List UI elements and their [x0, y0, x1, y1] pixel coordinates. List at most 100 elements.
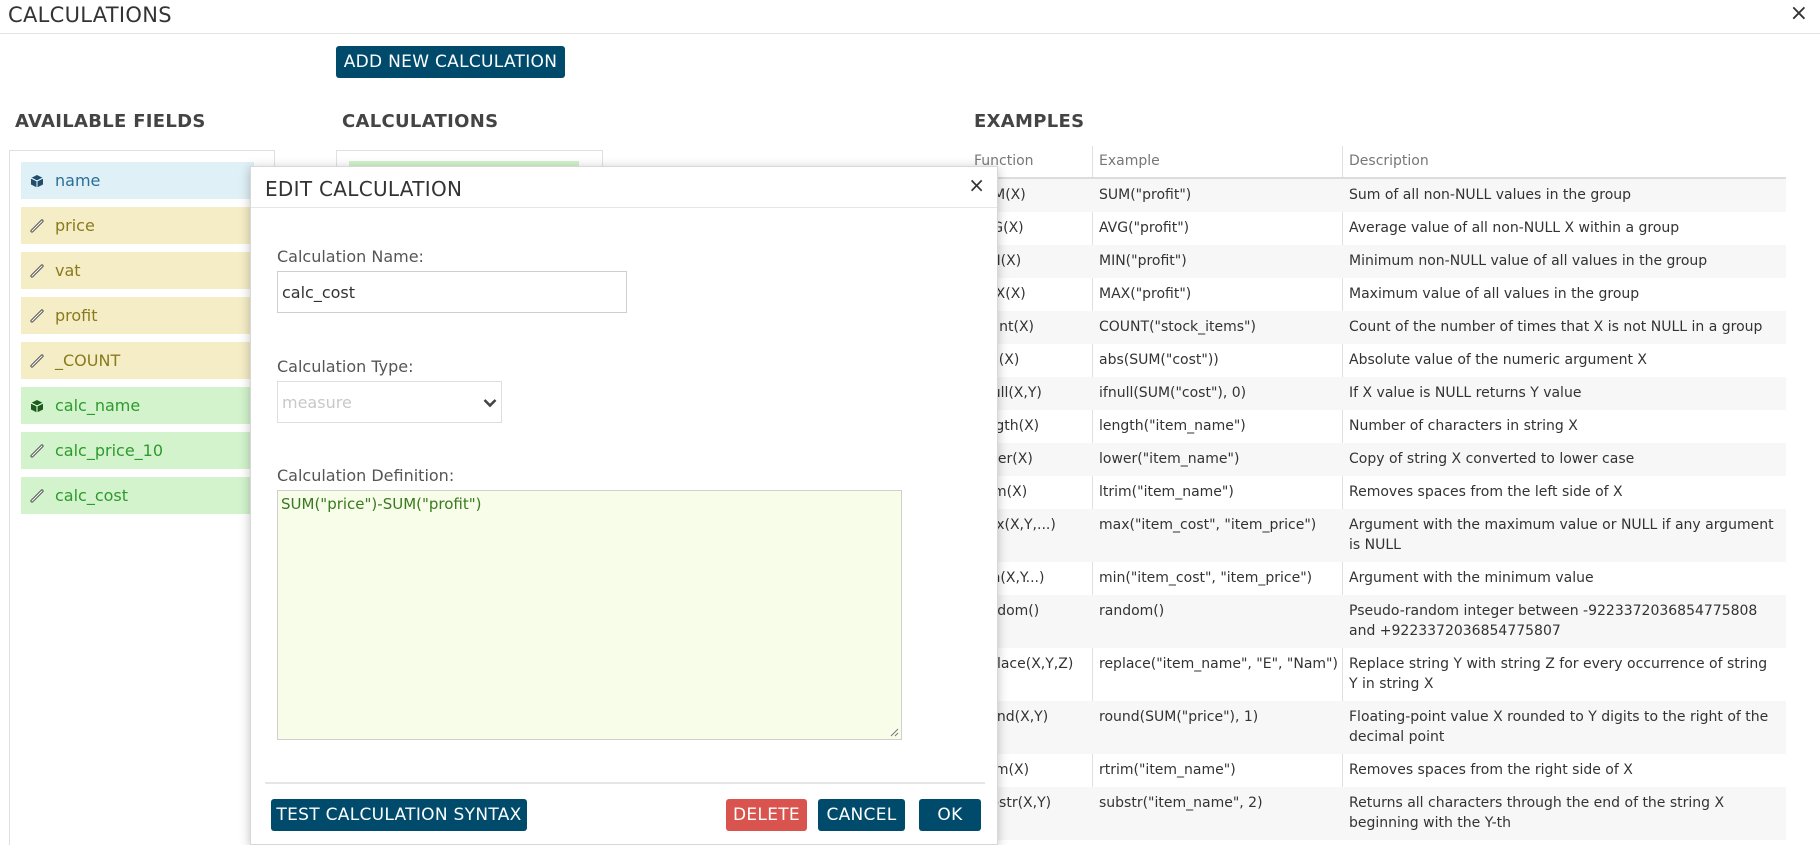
divider: [251, 207, 997, 208]
table-row: rtrim(X) rtrim("item_name") Removes spaces…: [974, 754, 1786, 787]
description-cell: Copy of string X converted to lower case: [1349, 451, 1635, 467]
description-cell: Maximum value of all values in the group: [1349, 286, 1640, 302]
calculation-definition-text: SUM("price")-SUM("profit"): [281, 495, 482, 513]
description-cell: Argument with the minimum value: [1349, 570, 1594, 586]
description-cell: Sum of all non-NULL values in the group: [1349, 187, 1632, 203]
calculation-definition-label: Calculation Definition:: [277, 466, 455, 485]
description-cell: Floating-point value X rounded to Y digi…: [1349, 709, 1769, 745]
calculation-type-select[interactable]: measure: [277, 381, 502, 423]
field-label: price: [55, 216, 95, 235]
description-cell: Count of the number of times that X is n…: [1349, 319, 1763, 335]
example-cell: rtrim("item_name"): [1099, 762, 1236, 778]
divider: [265, 782, 985, 784]
page-title: CALCULATIONS: [8, 3, 172, 27]
table-row: AVG(X) AVG("profit") Average value of all …: [974, 212, 1786, 245]
close-icon[interactable]: ×: [1790, 1, 1808, 26]
top-bar: CALCULATIONS ×: [0, 0, 1820, 34]
example-cell: replace("item_name", "E", "Nam"): [1099, 656, 1338, 672]
table-row: random() random() Pseudo-random integer be…: [974, 595, 1786, 648]
calculation-definition-textarea[interactable]: SUM("price")-SUM("profit"): [277, 490, 902, 740]
resize-grip-icon[interactable]: [890, 728, 899, 737]
description-cell: Absolute value of the numeric argument X: [1349, 352, 1647, 368]
description-cell: Pseudo-random integer between -922337203…: [1349, 603, 1758, 639]
cancel-button[interactable]: CANCEL: [818, 799, 905, 831]
field-item[interactable]: name: [21, 162, 254, 199]
calculation-name-input[interactable]: [277, 271, 627, 313]
header-example: Example: [1099, 153, 1160, 169]
field-label: calc_name: [55, 396, 141, 415]
field-label: profit: [55, 306, 98, 325]
example-cell: ifnull(SUM("cost"), 0): [1099, 385, 1247, 401]
field-label: calc_cost: [55, 486, 129, 505]
table-row: SUM(X) SUM("profit") Sum of all non-NULL v…: [974, 179, 1786, 212]
example-cell: MAX("profit"): [1099, 286, 1192, 302]
field-item[interactable]: calc_cost: [21, 477, 254, 514]
ruler-icon: [29, 353, 45, 369]
description-cell: Removes spaces from the right side of X: [1349, 762, 1633, 778]
calculation-name-label: Calculation Name:: [277, 247, 424, 266]
modal-close-icon[interactable]: ×: [968, 173, 985, 197]
field-item[interactable]: calc_name: [21, 387, 254, 424]
description-cell: If X value is NULL returns Y value: [1349, 385, 1582, 401]
description-cell: Replace string Y with string Z for every…: [1349, 656, 1768, 692]
table-row: lower(X) lower("item_name") Copy of string…: [974, 443, 1786, 476]
ruler-icon: [29, 488, 45, 504]
cube-icon: [29, 398, 45, 414]
description-cell: Returns all characters through the end o…: [1349, 795, 1725, 831]
edit-calculation-modal: EDIT CALCULATION × Calculation Name: Cal…: [250, 166, 998, 845]
description-cell: Average value of all non-NULL X within a…: [1349, 220, 1680, 236]
description-cell: Number of characters in string X: [1349, 418, 1578, 434]
examples-table: Function Example Description SUM(X) SUM("…: [974, 146, 1786, 840]
field-item[interactable]: calc_price_10: [21, 432, 254, 469]
table-row: count(X) COUNT("stock_items") Count of the…: [974, 311, 1786, 344]
example-cell: random(): [1099, 603, 1165, 619]
ruler-icon: [29, 263, 45, 279]
header-description: Description: [1349, 153, 1429, 169]
table-row: ltrim(X) ltrim("item_name") Removes spaces…: [974, 476, 1786, 509]
example-cell: ltrim("item_name"): [1099, 484, 1234, 500]
field-item[interactable]: _COUNT: [21, 342, 254, 379]
ruler-icon: [29, 218, 45, 234]
field-label: _COUNT: [55, 351, 121, 370]
description-cell: Removes spaces from the left side of X: [1349, 484, 1623, 500]
field-item[interactable]: price: [21, 207, 254, 244]
chevron-down-icon: [483, 393, 497, 412]
field-item[interactable]: profit: [21, 297, 254, 334]
ruler-icon: [29, 443, 45, 459]
example-cell: length("item_name"): [1099, 418, 1246, 434]
ok-button[interactable]: OK: [919, 799, 981, 831]
example-cell: round(SUM("price"), 1): [1099, 709, 1259, 725]
field-item[interactable]: vat: [21, 252, 254, 289]
delete-button[interactable]: DELETE: [726, 799, 807, 831]
available-fields-title: AVAILABLE FIELDS: [15, 111, 206, 132]
table-row: ifnull(X,Y) ifnull(SUM("cost"), 0) If X va…: [974, 377, 1786, 410]
calculation-type-label: Calculation Type:: [277, 357, 414, 376]
example-cell: MIN("profit"): [1099, 253, 1187, 269]
examples-title: EXAMPLES: [974, 111, 1085, 132]
modal-title: EDIT CALCULATION: [265, 177, 463, 201]
example-cell: AVG("profit"): [1099, 220, 1190, 236]
table-row: substr(X,Y) substr("item_name", 2) Returns…: [974, 787, 1786, 840]
example-cell: lower("item_name"): [1099, 451, 1240, 467]
example-cell: substr("item_name", 2): [1099, 795, 1263, 811]
table-row: MIN(X)MIN("profit")Minimum non-NULL valu…: [974, 245, 1786, 278]
field-label: calc_price_10: [55, 441, 164, 460]
table-row: abs(X)abs(SUM("cost"))Absolute value of …: [974, 344, 1786, 377]
calculation-type-value: measure: [282, 392, 352, 412]
description-cell: Minimum non-NULL value of all values in …: [1349, 253, 1708, 269]
table-row: max(X,Y,...) max("item_cost", "item_price…: [974, 509, 1786, 562]
test-calculation-syntax-button[interactable]: TEST CALCULATION SYNTAX: [271, 799, 527, 831]
field-label: vat: [55, 261, 81, 280]
ruler-icon: [29, 308, 45, 324]
table-row: min(X,Y...) min("item_cost", "item_price"…: [974, 562, 1786, 595]
table-row: round(X,Y) round(SUM("price"), 1) Floating…: [974, 701, 1786, 754]
example-cell: max("item_cost", "item_price"): [1099, 517, 1317, 533]
add-new-calculation-button[interactable]: ADD NEW CALCULATION: [336, 46, 565, 78]
example-cell: min("item_cost", "item_price"): [1099, 570, 1313, 586]
description-cell: Argument with the maximum value or NULL …: [1349, 517, 1774, 553]
field-label: name: [55, 171, 101, 190]
available-fields-panel: name price vat profit _COUNT calc_name calc_pr…: [9, 150, 275, 845]
examples-header-row: Function Example Description: [974, 146, 1786, 179]
example-cell: COUNT("stock_items"): [1099, 319, 1256, 335]
example-cell: SUM("profit"): [1099, 187, 1192, 203]
